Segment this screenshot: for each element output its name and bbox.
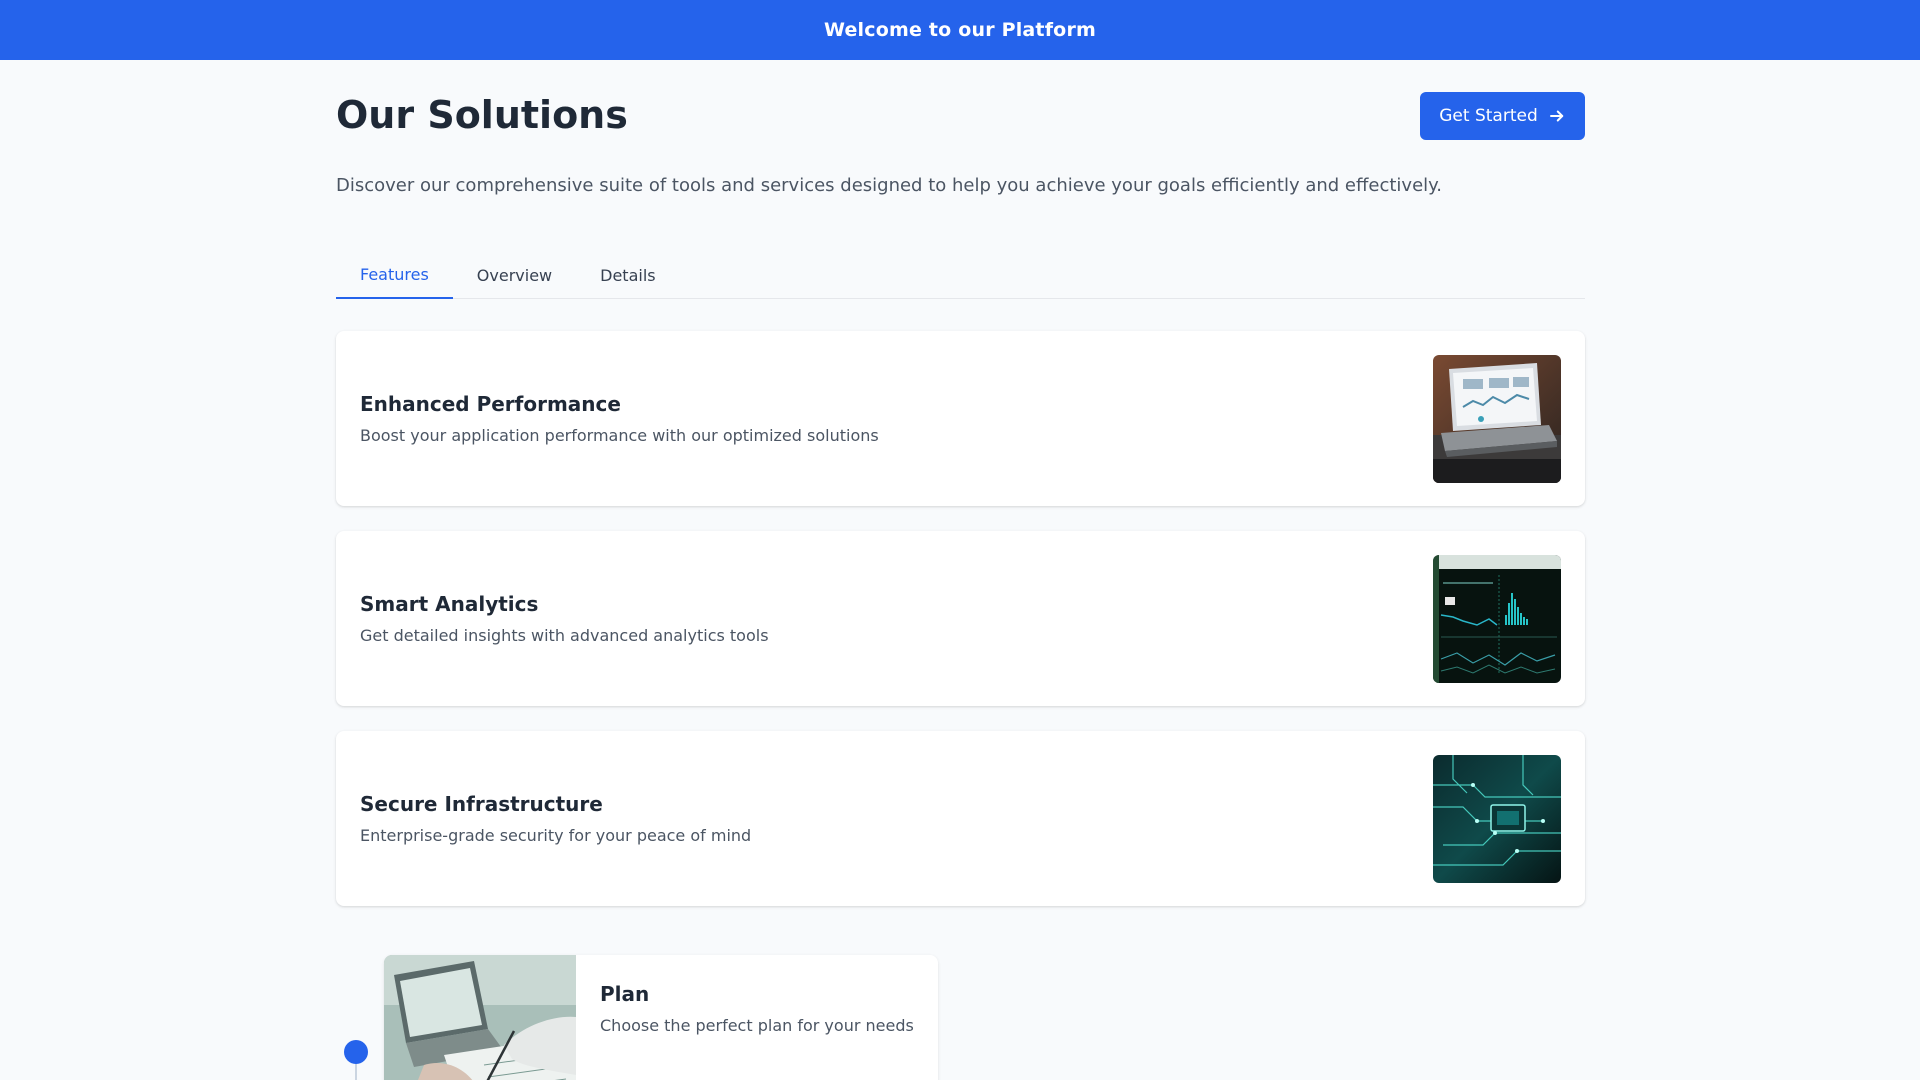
analytics-screen-image bbox=[1433, 555, 1561, 683]
circuit-board-image bbox=[1433, 755, 1561, 883]
timeline-step-description: Choose the perfect plan for your needs bbox=[600, 1016, 914, 1035]
welcome-banner: Welcome to our Platform bbox=[0, 0, 1920, 60]
tab-label: Overview bbox=[476, 265, 553, 285]
feature-card-enhanced-performance: Enhanced Performance Boost your applicat… bbox=[336, 331, 1585, 506]
tab-details[interactable]: Details bbox=[576, 251, 679, 299]
laptop-dashboard-image bbox=[1433, 355, 1561, 483]
timeline-step-plan: Plan Choose the perfect plan for your ne… bbox=[384, 955, 938, 1080]
tab-bar: Features Overview Details bbox=[336, 251, 1585, 299]
feature-card-secure-infrastructure: Secure Infrastructure Enterprise-grade s… bbox=[336, 731, 1585, 906]
feature-card-smart-analytics: Smart Analytics Get detailed insights wi… bbox=[336, 531, 1585, 706]
feature-title: Secure Infrastructure bbox=[360, 792, 603, 816]
timeline-step-title: Plan bbox=[600, 982, 650, 1006]
feature-title: Smart Analytics bbox=[360, 592, 539, 616]
timeline-connector bbox=[355, 1064, 357, 1080]
arrow-right-icon bbox=[1549, 110, 1563, 122]
page-title: Our Solutions bbox=[336, 93, 628, 137]
banner-text: Welcome to our Platform bbox=[823, 19, 1097, 41]
feature-title: Enhanced Performance bbox=[360, 392, 621, 416]
tab-label: Details bbox=[600, 265, 656, 285]
planning-desk-image bbox=[384, 955, 576, 1080]
get-started-label: Get Started bbox=[1439, 106, 1538, 126]
intro-text: Discover our comprehensive suite of tool… bbox=[336, 175, 1442, 196]
feature-description: Get detailed insights with advanced anal… bbox=[360, 626, 769, 645]
feature-description: Enterprise-grade security for your peace… bbox=[360, 826, 752, 845]
feature-description: Boost your application performance with … bbox=[360, 426, 879, 445]
get-started-button[interactable]: Get Started bbox=[1420, 92, 1585, 140]
timeline-dot bbox=[344, 1040, 368, 1064]
tab-features[interactable]: Features bbox=[336, 251, 453, 299]
tab-label: Features bbox=[360, 264, 429, 284]
tab-overview[interactable]: Overview bbox=[453, 251, 576, 299]
